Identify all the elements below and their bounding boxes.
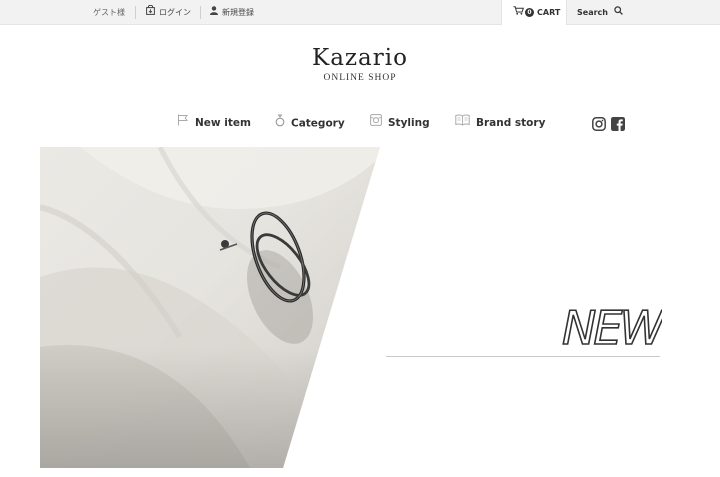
login-label: ログイン (159, 8, 191, 17)
nav-label: New item (195, 117, 251, 129)
search-icon (614, 0, 623, 25)
login-link[interactable]: ログイン (146, 0, 191, 25)
register-link[interactable]: 新規登録 (210, 0, 254, 25)
hero-image[interactable] (40, 147, 380, 468)
nav-item-new-item[interactable]: New item (177, 114, 251, 132)
top-bar: ゲスト様 ログイン 新規登録 0 CART Search (0, 0, 720, 25)
new-headline-text: NEW (562, 301, 662, 351)
nav-label: Category (291, 117, 345, 130)
login-icon (146, 0, 155, 25)
flag-icon (177, 114, 189, 132)
divider (200, 6, 201, 19)
nav-item-brand-story[interactable]: Brand story (455, 114, 545, 132)
search-button[interactable]: Search (577, 0, 623, 25)
nav-label: Styling (388, 117, 430, 129)
nav-label: Brand story (476, 117, 546, 129)
logo-subtitle: ONLINE SHOP (323, 73, 397, 83)
new-headline: NEW (560, 297, 670, 356)
cart-label: CART (537, 8, 561, 17)
ring-icon (275, 114, 285, 133)
styling-icon (370, 114, 382, 132)
guest-label: ゲスト様 (93, 8, 125, 17)
cart-count-badge: 0 (525, 8, 534, 17)
book-icon (455, 114, 470, 132)
divider (135, 6, 136, 19)
facebook-icon[interactable] (611, 116, 625, 135)
user-icon (210, 0, 218, 25)
nav-item-category[interactable]: Category (275, 114, 345, 132)
nav-item-styling[interactable]: Styling (370, 114, 430, 132)
logo-text: Kazario (312, 45, 408, 71)
cart-button[interactable]: 0 CART (501, 0, 567, 25)
instagram-icon[interactable] (592, 116, 606, 135)
divider (386, 356, 660, 357)
register-label: 新規登録 (222, 8, 254, 17)
cart-icon (513, 0, 525, 25)
site-logo[interactable]: Kazario ONLINE SHOP (0, 45, 720, 84)
search-label: Search (577, 8, 608, 17)
